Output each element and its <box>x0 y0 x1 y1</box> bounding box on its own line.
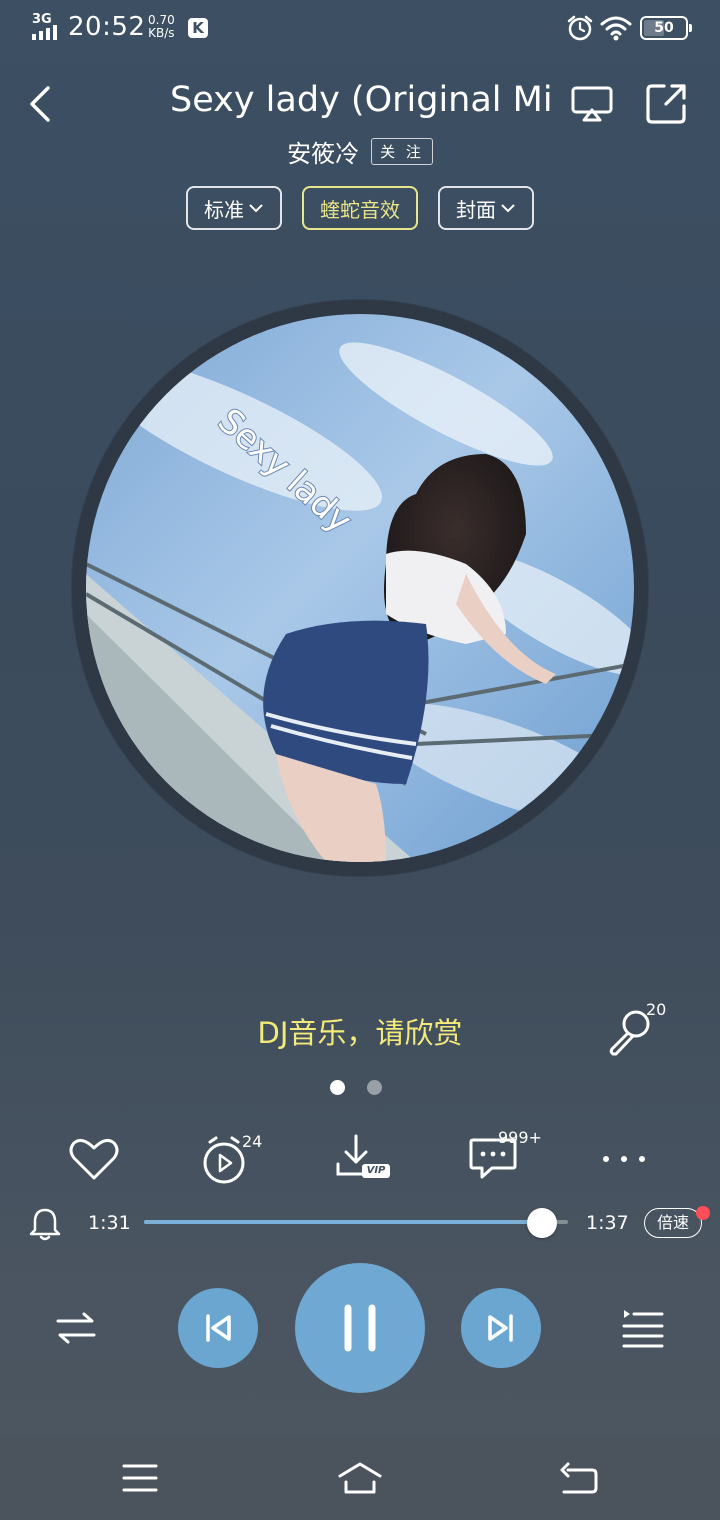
artist-row: 安筱冷 关 注 <box>0 134 720 168</box>
app-notification-icon: K <box>188 18 208 38</box>
vip-badge: VIP <box>366 1165 386 1176</box>
progress-thumb[interactable] <box>526 1208 557 1238</box>
like-heart-icon[interactable] <box>66 1134 122 1184</box>
current-time: 1:31 <box>88 1212 131 1234</box>
duration: 1:37 <box>586 1212 629 1234</box>
comments-button[interactable]: 999+ <box>468 1128 548 1184</box>
battery-level: 50 <box>654 20 674 36</box>
next-button[interactable] <box>461 1288 541 1368</box>
pause-icon <box>344 1304 376 1352</box>
album-cover[interactable]: Sexy lady <box>86 314 634 862</box>
status-bar: 3G 20:52 0.70 KB/s K 50 <box>0 0 720 58</box>
artist-name[interactable]: 安筱冷 <box>287 134 359 169</box>
network-speed-unit: KB/s <box>148 26 175 40</box>
audio-options: 标准 蝰蛇音效 封面 <box>0 186 720 232</box>
karaoke-count: 20 <box>646 1000 667 1019</box>
skip-next-icon <box>488 1314 513 1342</box>
previous-button[interactable] <box>178 1288 258 1368</box>
wifi-icon <box>600 16 632 41</box>
notification-dot <box>696 1206 710 1220</box>
pause-button[interactable] <box>295 1263 425 1393</box>
cover-mode-label: 封面 <box>456 197 496 222</box>
download-button[interactable]: VIP <box>334 1134 394 1182</box>
progress-played <box>144 1220 542 1224</box>
back-icon[interactable] <box>22 84 62 124</box>
page-indicator <box>330 1080 390 1096</box>
ringtone-bell-icon[interactable] <box>28 1206 62 1242</box>
song-title[interactable]: Sexy lady (Original Mi <box>170 80 550 126</box>
back-nav-icon[interactable] <box>556 1458 600 1498</box>
cover-mode-dropdown[interactable]: 封面 <box>438 186 534 230</box>
battery-icon: 50 <box>640 16 692 40</box>
cellular-signal-icon: 3G <box>30 12 62 42</box>
page-dot-1[interactable] <box>330 1080 345 1095</box>
progress-track[interactable] <box>144 1220 568 1224</box>
status-time: 20:52 <box>68 12 146 42</box>
quality-dropdown[interactable]: 标准 <box>186 186 282 230</box>
home-icon[interactable] <box>336 1458 384 1498</box>
network-speed: 0.70 KB/s <box>148 14 175 40</box>
follow-button[interactable]: 关 注 <box>371 137 433 165</box>
sound-effect-label: 蝰蛇音效 <box>320 197 400 222</box>
menu-icon[interactable] <box>118 1458 162 1498</box>
timer-count: 24 <box>242 1132 263 1151</box>
playback-speed-button[interactable]: 倍速 <box>644 1208 702 1238</box>
comments-count: 999+ <box>498 1128 542 1147</box>
more-options-icon[interactable] <box>598 1134 654 1184</box>
play-mode-icon[interactable] <box>52 1308 100 1348</box>
sound-effect-button[interactable]: 蝰蛇音效 <box>302 186 418 230</box>
playlist-queue-icon[interactable] <box>620 1306 666 1350</box>
alarm-icon <box>567 15 593 41</box>
skip-previous-icon <box>206 1314 231 1342</box>
chevron-down-icon <box>501 204 515 213</box>
cast-icon[interactable] <box>570 84 614 124</box>
chevron-down-icon <box>249 204 263 213</box>
page-dot-2[interactable] <box>367 1080 382 1095</box>
share-icon[interactable] <box>644 82 688 126</box>
quality-label: 标准 <box>204 197 244 222</box>
sleep-timer-button[interactable]: 24 <box>200 1132 264 1186</box>
